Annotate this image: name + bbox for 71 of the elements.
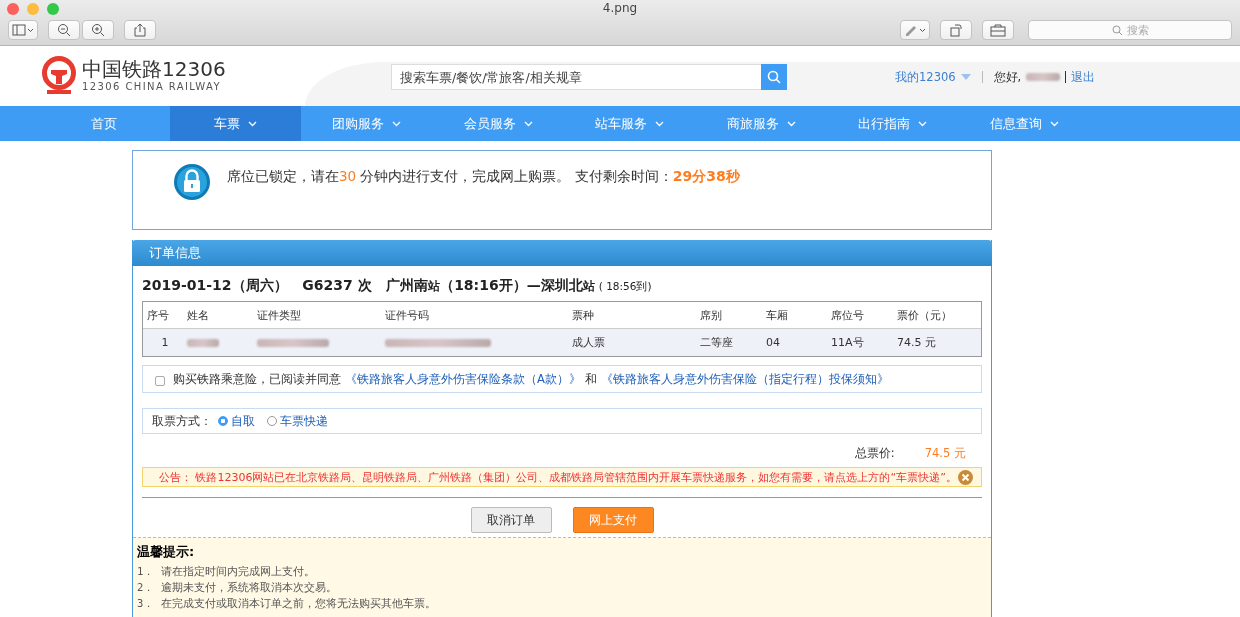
markup-icon[interactable] [900, 20, 930, 40]
search-icon [1111, 24, 1123, 36]
logo-title: 中国铁路12306 [82, 58, 226, 80]
railway-logo-icon [40, 56, 78, 96]
conjunction-text: 和 [584, 371, 597, 387]
toolbox-icon[interactable] [982, 20, 1014, 40]
blurred-text [257, 339, 329, 347]
blurred-text [187, 339, 219, 347]
pay-online-button[interactable]: 网上支付 [572, 507, 654, 533]
terms-link[interactable]: 《铁路旅客人身意外伤害保险（指定行程）投保须知》 [600, 371, 889, 387]
cancel-order-button[interactable]: 取消订单 [470, 507, 552, 533]
minimize-icon[interactable] [27, 3, 39, 15]
nav-tab[interactable]: 商旅服务 [695, 106, 827, 141]
terms-link[interactable]: 《铁路旅客人身意外伤害保险条款（A款）》 [345, 371, 581, 387]
column-header: 证件类型 [256, 307, 302, 323]
window-title: 4.png [602, 1, 638, 15]
table-cell-text: 1 [160, 336, 170, 349]
tip-text: 1． 请在指定时间内完成网上支付。 [137, 564, 316, 579]
nav-tab[interactable]: 出行指南 [827, 106, 959, 141]
column-header: 席别 [699, 307, 723, 323]
total-price: 74.5 元 [924, 446, 966, 461]
share-icon[interactable] [124, 20, 156, 40]
radio-option[interactable]: 车票快递 [267, 413, 328, 429]
close-icon[interactable] [958, 469, 973, 485]
nav-tab[interactable]: 团购服务 [301, 106, 433, 141]
logout-link[interactable]: 退出 [1071, 69, 1096, 85]
zoom-in-icon[interactable] [82, 20, 114, 40]
caret-icon [960, 74, 971, 80]
trip-summary: 2019-01-12（周六） G6237 次 广州南站（18:16开）—深圳北站 ( 18:56到) [142, 277, 653, 295]
lock-message: 席位已锁定，请在30 分钟内进行支付，完成网上购票。 支付剩余时间：29分38秒 [227, 168, 740, 186]
table-cell-text: 04 [765, 336, 781, 349]
blurred-name [1026, 73, 1061, 81]
column-header: 票价（元） [896, 307, 953, 323]
table-cell-text: 二等座 [699, 335, 734, 350]
tip-text: 2． 逾期未支付，系统将取消本次交易。 [137, 580, 338, 595]
column-header: 车厢 [765, 307, 789, 323]
checkbox[interactable] [155, 375, 165, 386]
pickup-label: 取票方式： [152, 413, 212, 429]
nav-tab[interactable]: 会员服务 [432, 106, 564, 141]
section-title: 订单信息 [149, 245, 201, 260]
column-header: 姓名 [186, 307, 210, 323]
announcement-text: 公告： 铁路12306网站已在北京铁路局、昆明铁路局、广州铁路（集团）公司、成都铁路局管辖范围内开展车票快递服务，如您有需要，请点选上方的“车票快递”。 [159, 469, 957, 485]
zoom-out-icon[interactable] [48, 20, 80, 40]
close-icon[interactable] [7, 3, 19, 15]
table-cell-text: 11A号 [830, 335, 865, 350]
logo-subtitle: 12306 CHINA RAILWAY [82, 80, 223, 94]
padlock-icon [173, 163, 211, 201]
column-header: 票种 [571, 307, 595, 323]
radio-option[interactable]: 自取 [218, 413, 255, 429]
rotate-icon[interactable] [940, 20, 972, 40]
search-icon [767, 70, 781, 84]
tips-title: 温馨提示: [137, 543, 196, 561]
sidebar-toggle-button[interactable] [8, 20, 38, 40]
column-header: 序号 [146, 307, 170, 323]
search-button[interactable] [761, 64, 787, 90]
nav-tab[interactable]: 信息查询 [958, 106, 1090, 141]
nav-tab[interactable]: 站车服务 [564, 106, 696, 141]
greeting-text: 您好, [993, 69, 1022, 85]
table-cell-text: 74.5 元 [896, 335, 937, 350]
zoom-icon[interactable] [47, 3, 59, 15]
search-field[interactable]: 搜索 [1028, 20, 1232, 40]
table-cell-text: 成人票 [571, 335, 606, 350]
account-link[interactable]: 我的12306 [895, 69, 956, 85]
total-label: 总票价: [854, 446, 895, 461]
insurance-text: 购买铁路乘意险，已阅读并同意 [173, 371, 341, 387]
nav-tab[interactable]: 首页 [38, 106, 170, 141]
nav-tab[interactable]: 车票 [169, 106, 301, 141]
search-field[interactable]: 搜索车票/餐饮/常旅客/相关规章 [391, 64, 761, 90]
column-header: 席位号 [830, 307, 865, 323]
tip-text: 3． 在完成支付或取消本订单之前，您将无法购买其他车票。 [137, 596, 437, 611]
column-header: 证件号码 [384, 307, 430, 323]
